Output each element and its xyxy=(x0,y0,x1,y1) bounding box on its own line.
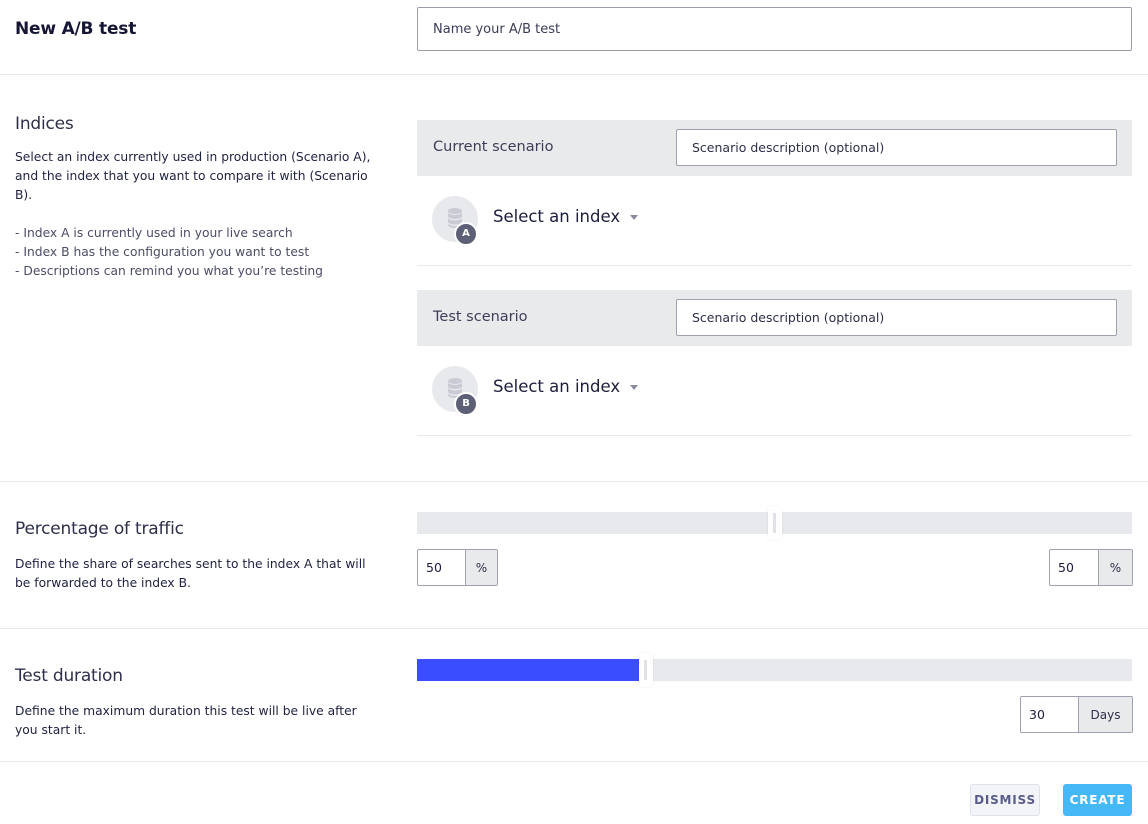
test-scenario-description-input[interactable] xyxy=(676,299,1117,336)
section-divider xyxy=(0,481,1148,482)
duration-slider-fill xyxy=(417,659,646,681)
traffic-slider-handle[interactable] xyxy=(767,506,782,540)
dismiss-button[interactable]: DISMISS xyxy=(970,784,1040,816)
indices-description: Select an index currently used in produc… xyxy=(15,148,375,281)
test-scenario-label: Test scenario xyxy=(433,309,528,325)
traffic-a-input[interactable] xyxy=(418,550,465,585)
index-b-badge: B xyxy=(454,392,478,416)
index-a-avatar: A xyxy=(432,196,478,246)
traffic-b-input[interactable] xyxy=(1050,550,1098,585)
index-a-row: A Select an index xyxy=(417,176,1132,266)
bullet-item: - Descriptions can remind you what you’r… xyxy=(15,264,323,278)
duration-slider-handle[interactable] xyxy=(638,653,653,687)
create-button[interactable]: CREATE xyxy=(1063,784,1132,816)
traffic-slider[interactable] xyxy=(417,506,1132,540)
section-divider xyxy=(0,761,1148,762)
duration-field: Days xyxy=(1020,696,1133,733)
current-scenario-label: Current scenario xyxy=(433,139,554,155)
index-b-select[interactable]: Select an index xyxy=(493,377,639,396)
test-scenario-header: Test scenario xyxy=(417,290,1132,346)
duration-unit: Days xyxy=(1078,697,1132,732)
caret-down-icon xyxy=(630,215,639,220)
header: New A/B test xyxy=(0,0,1148,75)
bullet-item: - Index A is currently used in your live… xyxy=(15,226,293,240)
duration-title: Test duration xyxy=(15,666,123,686)
index-a-badge: A xyxy=(454,222,478,246)
bullet-item: - Index B has the configuration you want… xyxy=(15,245,310,259)
indices-intro: Select an index currently used in produc… xyxy=(15,150,371,202)
traffic-a-field: % xyxy=(417,549,498,586)
duration-input[interactable] xyxy=(1021,697,1078,732)
current-scenario-header: Current scenario xyxy=(417,120,1132,176)
index-b-avatar: B xyxy=(432,366,478,416)
traffic-b-unit: % xyxy=(1098,550,1132,585)
index-b-select-label: Select an index xyxy=(493,377,621,396)
test-name-input[interactable] xyxy=(417,7,1132,51)
caret-down-icon xyxy=(630,385,639,390)
traffic-description: Define the share of searches sent to the… xyxy=(15,557,366,590)
indices-bullets: - Index A is currently used in your live… xyxy=(15,224,375,281)
current-scenario-description-input[interactable] xyxy=(676,129,1117,166)
traffic-a-unit: % xyxy=(465,550,497,585)
indices-title: Indices xyxy=(15,114,74,134)
section-divider xyxy=(0,628,1148,629)
duration-description: Define the maximum duration this test wi… xyxy=(15,704,357,737)
index-a-select-label: Select an index xyxy=(493,207,621,226)
duration-slider[interactable] xyxy=(417,653,1132,687)
traffic-b-field: % xyxy=(1049,549,1133,586)
traffic-title: Percentage of traffic xyxy=(15,519,184,539)
page-title: New A/B test xyxy=(15,19,137,39)
index-b-row: B Select an index xyxy=(417,346,1132,436)
index-a-select[interactable]: Select an index xyxy=(493,207,639,226)
